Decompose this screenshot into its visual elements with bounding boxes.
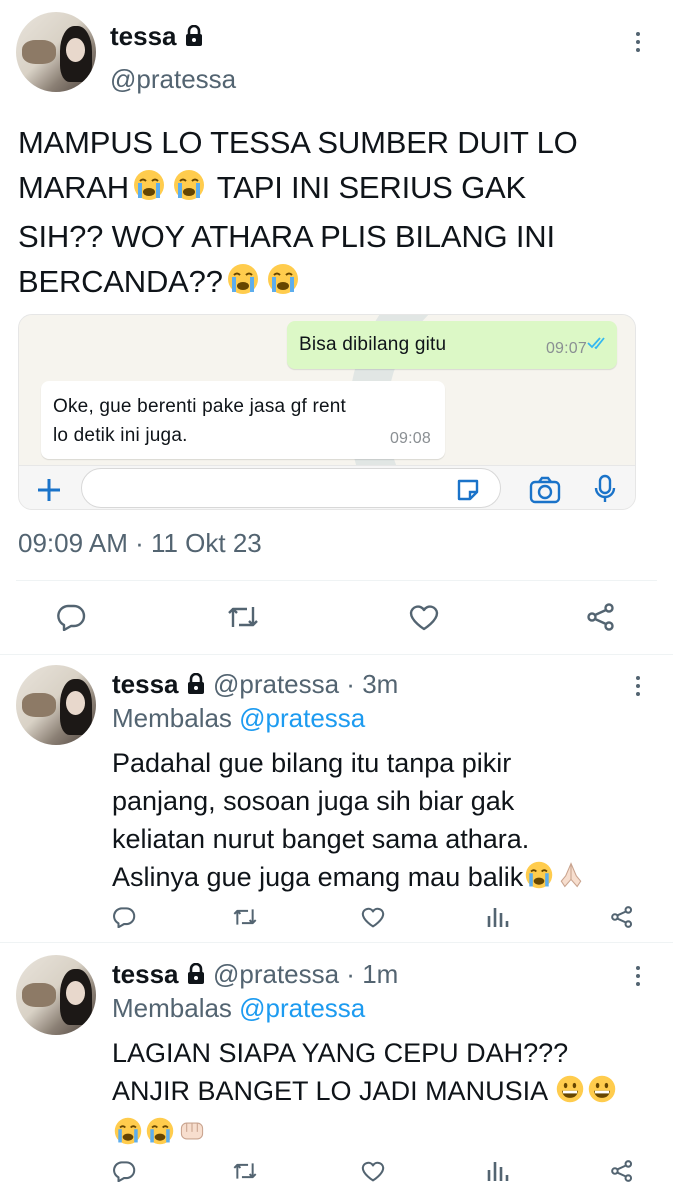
camera-icon[interactable] — [529, 476, 561, 509]
reply-icon[interactable] — [112, 906, 136, 928]
reply-icon[interactable] — [112, 1160, 136, 1182]
mic-icon[interactable] — [593, 474, 617, 509]
fist-emoji-icon — [176, 1116, 208, 1156]
divider — [0, 654, 673, 655]
crying-emoji-icon — [112, 1116, 144, 1156]
author-handle[interactable]: @pratessa — [110, 64, 236, 95]
like-icon[interactable] — [360, 1160, 386, 1182]
more-icon[interactable] — [635, 676, 641, 700]
lock-icon — [186, 960, 206, 992]
crying-emoji-icon — [144, 1116, 176, 1156]
divider — [0, 942, 673, 943]
attached-image[interactable]: Bisa dibilang gitu 09:07 Oke, gue berent… — [18, 314, 636, 510]
crying-emoji-icon — [523, 860, 555, 900]
tweet-text: LAGIAN SIAPA YANG CEPU DAH??? ANJIR BANG… — [112, 1034, 662, 1156]
crying-emoji-icon — [129, 168, 169, 214]
crying-emoji-icon — [169, 168, 209, 214]
message-input[interactable] — [81, 468, 501, 508]
like-icon[interactable] — [408, 603, 440, 631]
tweet-text: MAMPUS LO TESSA SUMBER DUIT LO MARAH TAP… — [18, 120, 663, 308]
author-handle-time[interactable]: @pratessa · 1m — [213, 959, 398, 989]
grinning-emoji-icon — [554, 1074, 586, 1114]
replying-to: Membalas @pratessa — [112, 703, 366, 733]
grinning-emoji-icon — [586, 1074, 618, 1114]
lock-icon — [184, 22, 204, 54]
crying-emoji-icon — [263, 262, 303, 308]
more-icon[interactable] — [635, 32, 641, 56]
divider — [16, 580, 657, 581]
more-icon[interactable] — [635, 966, 641, 990]
outgoing-message-bubble: Bisa dibilang gitu 09:07 — [287, 321, 617, 369]
author-name[interactable]: tessa — [112, 669, 179, 699]
views-icon[interactable] — [486, 1160, 510, 1182]
views-icon[interactable] — [486, 906, 510, 928]
praying-hands-icon — [555, 860, 587, 900]
sticker-icon[interactable] — [455, 477, 481, 508]
share-icon[interactable] — [610, 1160, 634, 1182]
message-compose-bar — [19, 465, 635, 509]
like-icon[interactable] — [360, 906, 386, 928]
incoming-message-bubble: Oke, gue berenti pake jasa gf rent lo de… — [41, 381, 445, 459]
double-check-icon — [587, 329, 609, 358]
share-icon[interactable] — [586, 603, 616, 631]
retweet-icon[interactable] — [232, 1160, 258, 1182]
avatar[interactable] — [16, 665, 96, 745]
avatar[interactable] — [16, 955, 96, 1035]
tweet-text: Padahal gue bilang itu tanpa pikir panja… — [112, 744, 662, 900]
retweet-icon[interactable] — [226, 603, 260, 631]
author-name[interactable]: tessa — [112, 959, 179, 989]
reply-icon[interactable] — [56, 603, 86, 631]
lock-icon — [186, 670, 206, 702]
retweet-icon[interactable] — [232, 906, 258, 928]
crying-emoji-icon — [223, 262, 263, 308]
plus-icon[interactable] — [35, 476, 63, 509]
replying-to: Membalas @pratessa — [112, 993, 366, 1023]
author-name[interactable]: tessa — [110, 21, 177, 51]
avatar[interactable] — [16, 12, 96, 92]
author-handle-time[interactable]: @pratessa · 3m — [213, 669, 398, 699]
share-icon[interactable] — [610, 906, 634, 928]
tweet-timestamp[interactable]: 09:09 AM · 11 Okt 23 — [18, 528, 262, 559]
